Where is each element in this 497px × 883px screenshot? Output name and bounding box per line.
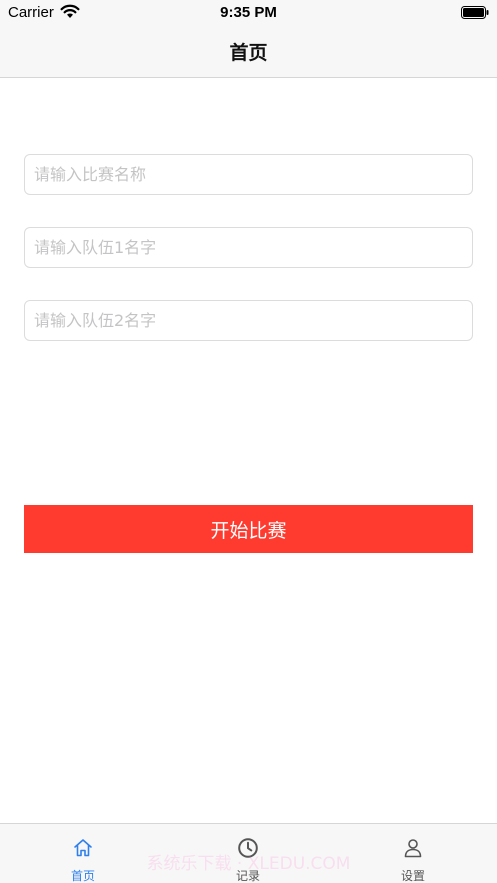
team1-name-input[interactable]: [24, 227, 473, 268]
tab-settings[interactable]: 设置: [353, 824, 473, 883]
home-icon: [74, 839, 92, 857]
battery-icon: [461, 6, 489, 19]
clock-icon: [238, 838, 258, 858]
tab-home-label: 首页: [70, 869, 95, 883]
page-title: 首页: [229, 42, 268, 64]
tab-records[interactable]: 记录: [188, 824, 308, 883]
tab-home[interactable]: 首页: [23, 824, 143, 883]
start-match-button[interactable]: 开始比赛: [24, 505, 473, 553]
person-icon: [404, 839, 422, 858]
tab-settings-label: 设置: [400, 869, 425, 883]
match-name-input[interactable]: [24, 154, 473, 195]
team2-name-input[interactable]: [24, 300, 473, 341]
navigation-bar: 首页: [0, 26, 497, 78]
tab-records-label: 记录: [235, 869, 260, 883]
tab-bar: 首页 记录 设置: [0, 823, 497, 883]
status-bar: Carrier 9:35 PM: [0, 0, 497, 26]
screen: Carrier 9:35 PM 首页 开始比赛 首页: [0, 0, 497, 883]
status-time: 9:35 PM: [220, 4, 277, 21]
